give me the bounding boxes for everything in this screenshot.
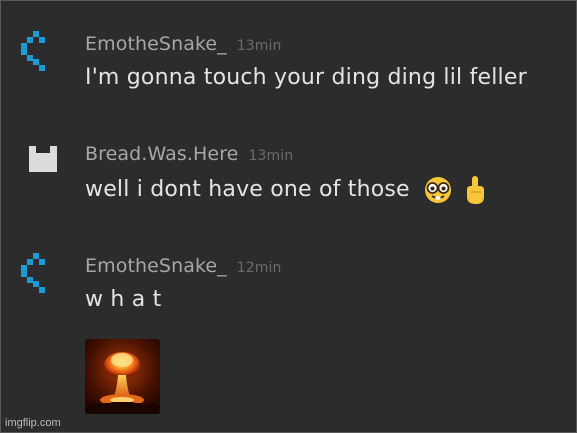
- message-text: well i dont have one of those: [85, 175, 488, 205]
- bread-avatar-icon[interactable]: [29, 146, 57, 172]
- message-text: I'm gonna touch your ding ding lil felle…: [85, 65, 527, 90]
- username-label[interactable]: Bread.Was.Here: [85, 143, 238, 165]
- nuclear-explosion-image[interactable]: [85, 339, 160, 414]
- message-timestamp: 13min: [248, 148, 294, 164]
- message-username[interactable]: Bread.Was.Here 13min: [85, 143, 293, 165]
- message-text-content: well i dont have one of those: [85, 177, 410, 202]
- snake-avatar-icon[interactable]: [19, 253, 53, 293]
- watermark: imgflip.com: [5, 417, 61, 429]
- message-timestamp: 13min: [236, 38, 282, 54]
- username-label[interactable]: EmotheSnake_: [85, 33, 227, 55]
- snake-avatar-icon[interactable]: [19, 31, 53, 71]
- chat-panel: EmotheSnake_ 13min I'm gonna touch your d…: [0, 0, 577, 433]
- message-text: w h a t: [85, 287, 162, 312]
- explosion-image-graphic: [85, 339, 160, 414]
- username-label[interactable]: EmotheSnake_: [85, 255, 227, 277]
- message-username[interactable]: EmotheSnake_ 13min: [85, 33, 282, 55]
- pointing-up-emoji-icon: [467, 176, 485, 204]
- nerd-face-emoji-icon: [424, 177, 451, 203]
- message-username[interactable]: EmotheSnake_ 12min: [85, 255, 282, 277]
- message-timestamp: 12min: [236, 260, 282, 276]
